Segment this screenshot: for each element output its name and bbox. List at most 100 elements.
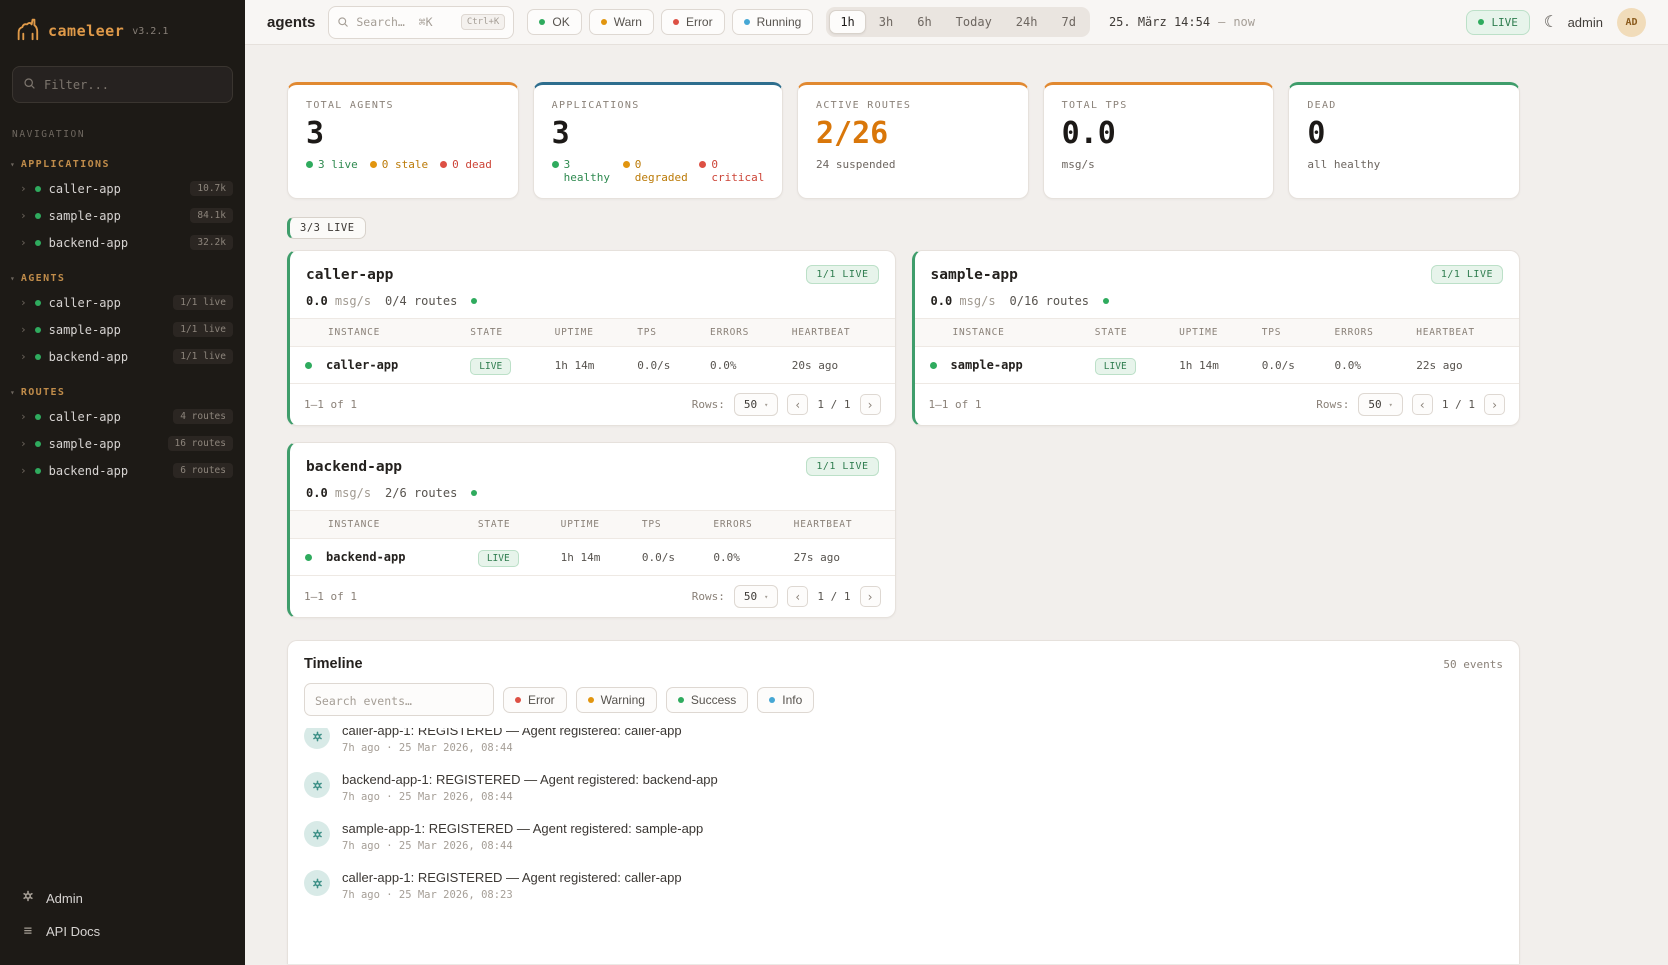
sidebar-item-backend-app[interactable]: › backend-app 32.2k bbox=[0, 229, 245, 256]
filter-warning-pill[interactable]: Warning bbox=[576, 687, 657, 713]
sidebar-section-agents: ▾ AGENTS › caller-app 1/1 live › sample-… bbox=[0, 270, 245, 370]
filter-ok-pill[interactable]: OK bbox=[527, 9, 581, 35]
success-dot bbox=[678, 697, 684, 703]
sidebar-item-sample-app[interactable]: › sample-app 84.1k bbox=[0, 202, 245, 229]
range-24h-button[interactable]: 24h bbox=[1005, 10, 1049, 34]
ok-dot bbox=[539, 19, 545, 25]
event-item: sample-app-1: REGISTERED — Agent registe… bbox=[288, 812, 1519, 861]
range-1h-button[interactable]: 1h bbox=[829, 10, 865, 34]
sidebar-item-api-docs[interactable]: ≡ API Docs bbox=[14, 915, 231, 947]
item-meta: 10.7k bbox=[190, 181, 233, 196]
range-6h-button[interactable]: 6h bbox=[906, 10, 942, 34]
chevron-right-icon: › bbox=[20, 410, 27, 423]
item-meta: 1/1 live bbox=[173, 349, 233, 364]
next-page-button[interactable]: › bbox=[1484, 394, 1505, 415]
rows-per-page-select[interactable]: 50▾ bbox=[734, 585, 778, 608]
range-3h-button[interactable]: 3h bbox=[868, 10, 904, 34]
sidebar-item-admin[interactable]: Admin bbox=[14, 881, 231, 915]
warning-dot bbox=[588, 697, 594, 703]
item-meta: 16 routes bbox=[168, 436, 233, 451]
stat-applications: APPLICATIONS 3 3 healthy 0 degraded 0 cr… bbox=[533, 82, 783, 199]
page-info: 1 / 1 bbox=[817, 398, 850, 411]
status-dot bbox=[35, 468, 41, 474]
chevron-down-icon: ▾ bbox=[10, 160, 15, 169]
timeline-title: Timeline bbox=[304, 656, 363, 672]
sidebar-item-caller-app[interactable]: › caller-app 1/1 live bbox=[0, 289, 245, 316]
events-scroll-area[interactable]: caller-app-1: REGISTERED — Agent registe… bbox=[288, 728, 1519, 964]
range-today-button[interactable]: Today bbox=[945, 10, 1003, 34]
app-live-badge: 1/1 LIVE bbox=[806, 457, 878, 476]
status-dot bbox=[35, 354, 41, 360]
filter-warn-pill[interactable]: Warn bbox=[589, 9, 654, 35]
page-title: agents bbox=[267, 14, 315, 31]
next-page-button[interactable]: › bbox=[860, 394, 881, 415]
critical-dot bbox=[699, 161, 706, 168]
dead-dot bbox=[440, 161, 447, 168]
avatar[interactable]: AD bbox=[1617, 8, 1646, 37]
instance-dot bbox=[305, 362, 312, 369]
sidebar-footer: Admin ≡ API Docs bbox=[0, 871, 245, 965]
section-header-applications[interactable]: ▾ APPLICATIONS bbox=[0, 156, 245, 175]
instances-table: INSTANCESTATEUPTIME TPSERRORSHEARTBEAT s… bbox=[915, 318, 1520, 383]
user-name: admin bbox=[1568, 15, 1603, 30]
app-name: sample-app bbox=[931, 267, 1018, 283]
item-meta: 4 routes bbox=[173, 409, 233, 424]
row-range: 1–1 of 1 bbox=[304, 590, 357, 603]
sidebar-filter[interactable] bbox=[12, 66, 233, 103]
sidebar-item-sample-app[interactable]: › sample-app 16 routes bbox=[0, 430, 245, 457]
table-footer: 1–1 of 1 Rows: 50▾ ‹ 1 / 1 › bbox=[290, 575, 895, 617]
instances-table: INSTANCESTATEUPTIME TPSERRORSHEARTBEAT c… bbox=[290, 318, 895, 383]
item-meta: 84.1k bbox=[190, 208, 233, 223]
filter-error-pill[interactable]: Error bbox=[661, 9, 725, 35]
status-dot bbox=[35, 186, 41, 192]
warn-dot bbox=[601, 19, 607, 25]
prev-page-button[interactable]: ‹ bbox=[787, 394, 808, 415]
events-search-input[interactable] bbox=[315, 694, 483, 708]
event-item: caller-app-1: REGISTERED — Agent registe… bbox=[288, 861, 1519, 910]
state-badge: LIVE bbox=[470, 358, 511, 375]
live-dot bbox=[306, 161, 313, 168]
sidebar-item-backend-app[interactable]: › backend-app 1/1 live bbox=[0, 343, 245, 370]
sidebar-filter-input[interactable] bbox=[44, 78, 222, 92]
app-stats: 0.0 msg/s 0/16 routes bbox=[915, 292, 1520, 318]
chevron-right-icon: › bbox=[20, 323, 27, 336]
rows-per-page-select[interactable]: 50▾ bbox=[1358, 393, 1402, 416]
global-search-input[interactable] bbox=[356, 15, 453, 29]
next-page-button[interactable]: › bbox=[860, 586, 881, 607]
app-card-sample-app: sample-app 1/1 LIVE 0.0 msg/s 0/16 route… bbox=[912, 250, 1521, 426]
sidebar-item-sample-app[interactable]: › sample-app 1/1 live bbox=[0, 316, 245, 343]
topbar-right: LIVE ☾ admin AD bbox=[1466, 8, 1646, 37]
filter-success-pill[interactable]: Success bbox=[666, 687, 748, 713]
section-header-routes[interactable]: ▾ ROUTES bbox=[0, 384, 245, 403]
prev-page-button[interactable]: ‹ bbox=[1412, 394, 1433, 415]
global-search[interactable]: Ctrl+K bbox=[328, 6, 514, 39]
prev-page-button[interactable]: ‹ bbox=[787, 586, 808, 607]
sidebar-item-caller-app[interactable]: › caller-app 10.7k bbox=[0, 175, 245, 202]
app-card-caller-app: caller-app 1/1 LIVE 0.0 msg/s 0/4 routes… bbox=[287, 250, 896, 426]
item-meta: 1/1 live bbox=[173, 322, 233, 337]
rows-per-page-select[interactable]: 50▾ bbox=[734, 393, 778, 416]
instance-dot bbox=[930, 362, 937, 369]
table-row[interactable]: sample-app LIVE 1h 14m 0.0/s 0.0% 22s ag… bbox=[915, 347, 1520, 384]
table-row[interactable]: caller-app LIVE 1h 14m 0.0/s 0.0% 20s ag… bbox=[290, 347, 895, 384]
dark-mode-toggle-icon[interactable]: ☾ bbox=[1544, 14, 1554, 30]
sidebar-item-caller-app[interactable]: › caller-app 4 routes bbox=[0, 403, 245, 430]
filter-info-pill[interactable]: Info bbox=[757, 687, 814, 713]
range-7d-button[interactable]: 7d bbox=[1050, 10, 1086, 34]
filter-running-pill[interactable]: Running bbox=[732, 9, 814, 35]
chevron-down-icon: ▾ bbox=[10, 274, 15, 283]
filter-error-pill[interactable]: Error bbox=[503, 687, 567, 713]
content-area[interactable]: TOTAL AGENTS 3 3 live 0 stale 0 dead APP… bbox=[245, 45, 1668, 965]
section-header-agents[interactable]: ▾ AGENTS bbox=[0, 270, 245, 289]
live-toggle[interactable]: LIVE bbox=[1466, 10, 1530, 35]
app-name: backend-app bbox=[306, 459, 402, 475]
stats-row: TOTAL AGENTS 3 3 live 0 stale 0 dead APP… bbox=[287, 82, 1520, 199]
table-row[interactable]: backend-app LIVE 1h 14m 0.0/s 0.0% 27s a… bbox=[290, 539, 895, 576]
sidebar-section-applications: ▾ APPLICATIONS › caller-app 10.7k › samp… bbox=[0, 156, 245, 256]
gear-icon bbox=[304, 772, 330, 798]
date-range: 25. März 14:54 — now bbox=[1103, 15, 1261, 29]
gear-icon bbox=[20, 889, 36, 907]
sidebar-item-backend-app[interactable]: › backend-app 6 routes bbox=[0, 457, 245, 484]
events-search[interactable] bbox=[304, 683, 494, 716]
section-title: AGENTS bbox=[21, 273, 66, 284]
